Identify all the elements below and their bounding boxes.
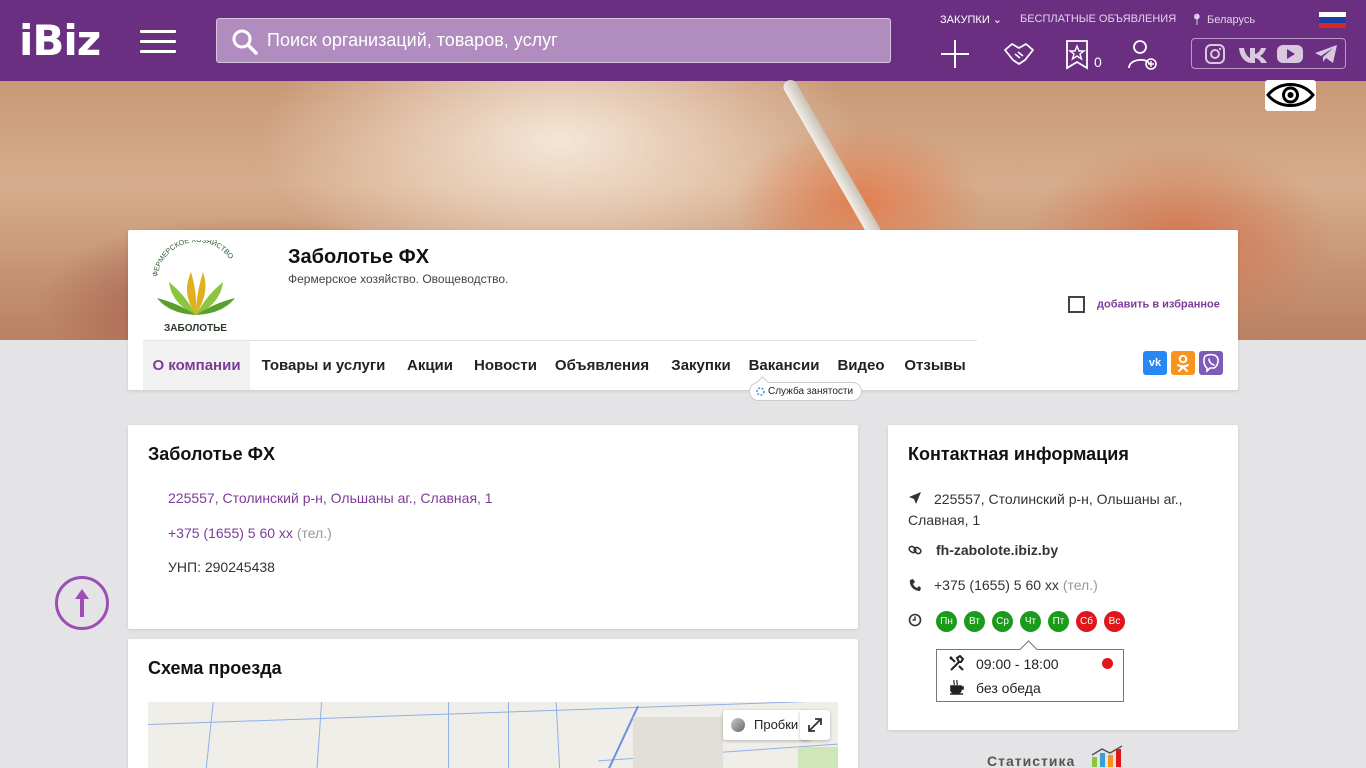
- telegram-icon[interactable]: [1314, 44, 1338, 64]
- location-pin-icon: 📍︎: [1190, 14, 1204, 26]
- youtube-icon[interactable]: [1276, 44, 1304, 64]
- menu-burger-icon[interactable]: [140, 30, 176, 54]
- contact-title: Контактная информация: [908, 444, 1129, 464]
- tab-ads[interactable]: Объявления: [552, 341, 652, 390]
- map-expand-icon[interactable]: [800, 710, 830, 740]
- add-to-favorites[interactable]: добавить в избранное: [1068, 296, 1220, 313]
- statistics-link[interactable]: Статистика: [987, 745, 1123, 768]
- chevron-down-icon: ⌄: [992, 14, 1003, 26]
- favorites-star-icon[interactable]: [1063, 38, 1095, 70]
- company-card: ФЕРМЕРСКОЕ ХОЗЯЙСТВО ЗАБОЛОТЬЕ Заболотье…: [128, 230, 1238, 390]
- traffic-light-icon: [731, 718, 745, 732]
- user-add-icon[interactable]: [1127, 38, 1159, 70]
- day-sun: Вс: [1104, 611, 1125, 632]
- logo-text: ЗАБОЛОТЬЕ: [164, 323, 227, 334]
- russian-flag-icon[interactable]: [1319, 12, 1346, 28]
- map-town-area: [633, 717, 723, 768]
- working-hours-popup: 09:00 - 18:00 без обеда: [936, 649, 1124, 702]
- tab-news[interactable]: Новости: [467, 341, 544, 390]
- svg-text:ФЕРМЕРСКОЕ ХОЗЯЙСТВО: ФЕРМЕРСКОЕ ХОЗЯЙСТВО: [150, 240, 235, 277]
- tab-reviews[interactable]: Отзывы: [903, 341, 967, 390]
- route-map[interactable]: Пробки: [148, 702, 838, 768]
- employment-service-tooltip[interactable]: Служба занятости: [749, 382, 863, 401]
- contact-panel: Контактная информация 225557, Столинский…: [888, 425, 1238, 730]
- about-title: Заболотье ФХ: [148, 444, 275, 464]
- nav-purchases[interactable]: ЗАКУПКИ ⌄: [940, 13, 1002, 26]
- tab-promotions[interactable]: Акции: [400, 341, 460, 390]
- accessibility-eye-icon[interactable]: [1265, 80, 1316, 111]
- logo-arc-text: ФЕРМЕРСКОЕ ХОЗЯЙСТВО: [150, 235, 235, 277]
- phone-icon: [909, 579, 921, 591]
- company-name: Заболотье ФХ: [288, 246, 430, 268]
- day-thu: Чт: [1020, 611, 1041, 632]
- about-panel: Заболотье ФХ 225557, Столинский р-н, Оль…: [128, 425, 858, 629]
- ibiz-logo[interactable]: iBiz: [19, 19, 101, 63]
- about-address-link[interactable]: 225557, Столинский р-н, Ольшаны аг., Сла…: [168, 490, 493, 506]
- statistics-chart-icon: [1091, 745, 1123, 767]
- add-icon[interactable]: [939, 38, 971, 70]
- search-bar: [216, 18, 891, 63]
- working-hours: 09:00 - 18:00: [976, 656, 1059, 672]
- contact-phone-link[interactable]: +375 (1655) 5 60 xx: [934, 577, 1059, 593]
- clock-icon: [908, 613, 922, 627]
- about-phone: +375 (1655) 5 60 xx (тел.): [168, 525, 332, 541]
- favorites-count: 0: [1094, 54, 1102, 70]
- about-phone-link[interactable]: +375 (1655) 5 60 xx: [168, 525, 293, 541]
- instagram-icon[interactable]: [1204, 44, 1226, 64]
- nav-free-ads[interactable]: БЕСПЛАТНЫЕ ОБЪЯВЛЕНИЯ: [1020, 13, 1176, 25]
- banner-pen-graphic: [780, 77, 884, 241]
- day-mon: Пн: [936, 611, 957, 632]
- day-fri: Пт: [1048, 611, 1069, 632]
- contact-phone: +375 (1655) 5 60 xx (тел.): [934, 577, 1098, 593]
- share-vk-icon[interactable]: vk: [1143, 351, 1167, 375]
- tab-about[interactable]: О компании: [143, 341, 250, 390]
- traffic-button[interactable]: Пробки: [723, 710, 811, 740]
- company-logo[interactable]: ФЕРМЕРСКОЕ ХОЗЯЙСТВО ЗАБОЛОТЬЕ: [143, 235, 248, 340]
- day-sat: Сб: [1076, 611, 1097, 632]
- search-icon[interactable]: [231, 28, 259, 56]
- favorites-checkbox[interactable]: [1068, 296, 1085, 313]
- status-closed-indicator: [1102, 658, 1113, 669]
- map-panel: Схема проезда Пробки: [128, 639, 858, 768]
- tools-icon: [949, 655, 965, 671]
- map-title: Схема проезда: [148, 658, 282, 678]
- coffee-icon: [950, 679, 964, 695]
- day-tue: Вт: [964, 611, 985, 632]
- top-header: iBiz ЗАКУПКИ ⌄ БЕСПЛАТНЫЕ ОБЪЯВЛЕНИЯ 📍︎ …: [0, 0, 1366, 81]
- employment-service-icon: [756, 387, 765, 396]
- tab-products[interactable]: Товары и услуги: [253, 341, 394, 390]
- link-icon: [908, 545, 922, 555]
- contact-address: 225557, Столинский р-н, Ольшаны аг., Сла…: [908, 491, 1183, 528]
- company-description: Фермерское хозяйство. Овощеводство.: [288, 272, 509, 286]
- tab-purchases[interactable]: Закупки: [665, 341, 737, 390]
- share-viber-icon[interactable]: [1199, 351, 1223, 375]
- handshake-icon[interactable]: [1003, 38, 1035, 70]
- lunch-info: без обеда: [976, 680, 1041, 696]
- vk-icon[interactable]: [1238, 44, 1268, 64]
- about-unp: УНП: 290245438: [168, 559, 275, 575]
- share-ok-icon[interactable]: [1171, 351, 1195, 375]
- social-links: [1191, 38, 1346, 69]
- map-green-area: [798, 747, 838, 768]
- day-wed: Ср: [992, 611, 1013, 632]
- region-selector[interactable]: 📍︎ Беларусь: [1190, 13, 1255, 26]
- scroll-up-icon[interactable]: [55, 576, 109, 630]
- search-input[interactable]: [267, 19, 877, 62]
- contact-website-link[interactable]: fh-zabolote.ibiz.by: [936, 542, 1058, 558]
